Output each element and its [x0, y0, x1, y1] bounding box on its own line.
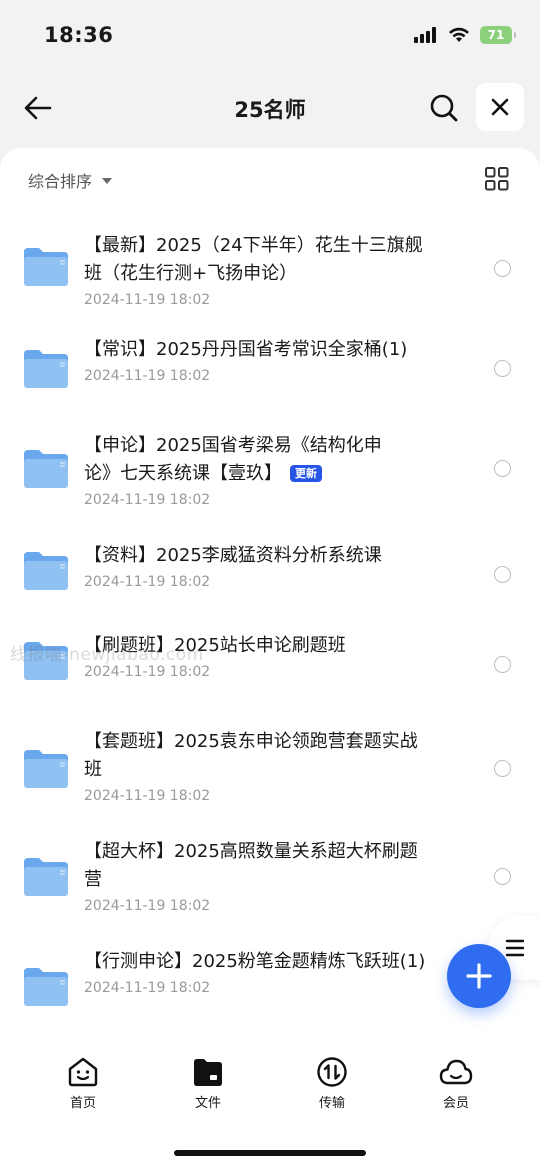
file-date: 2024-11-19 18:02	[84, 980, 211, 996]
sort-dropdown[interactable]: 综合排序	[28, 168, 113, 192]
tab-label: 传输	[318, 1096, 345, 1111]
file-text: 【资料】2025李威猛资料分析系统课 2024-11-19 18:02	[84, 542, 434, 590]
folder-icon	[24, 350, 68, 388]
caret-down-icon	[102, 178, 113, 184]
file-list: 【最新】2025（24下半年）花生十三旗舰班（花生行测+飞扬申论） 2024-1…	[0, 210, 540, 1038]
grid-icon	[485, 167, 509, 191]
file-text: 【常识】2025丹丹国省考常识全家桶(1) 2024-11-19 18:02	[84, 336, 434, 384]
select-radio[interactable]	[494, 260, 511, 277]
file-date: 2024-11-19 18:02	[84, 664, 211, 680]
signal-icon	[414, 27, 436, 43]
folder-icon	[24, 968, 68, 1006]
wifi-icon	[449, 27, 469, 42]
update-badge: 更新	[290, 465, 322, 482]
status-bar: 18:36 71	[0, 0, 540, 70]
file-date: 2024-11-19 18:02	[84, 492, 211, 508]
file-date: 2024-11-19 18:02	[84, 898, 211, 914]
plus-icon	[466, 963, 492, 989]
close-icon	[491, 98, 509, 116]
file-name: 【常识】2025丹丹国省考常识全家桶(1)	[84, 339, 408, 360]
file-name: 【最新】2025（24下半年）花生十三旗舰班（花生行测+飞扬申论）	[84, 235, 423, 284]
folder-icon	[24, 750, 68, 788]
file-text: 【申论】2025国省考梁易《结构化申论》七天系统课【壹玖】 更新 2024-11-…	[84, 432, 404, 508]
file-name: 【资料】2025李威猛资料分析系统课	[84, 545, 382, 566]
tab-label: 会员	[442, 1096, 469, 1111]
select-radio[interactable]	[494, 656, 511, 673]
folder-icon	[24, 642, 68, 680]
file-date: 2024-11-19 18:02	[84, 574, 211, 590]
folder-filled-icon	[194, 1059, 222, 1086]
close-button[interactable]	[476, 83, 524, 131]
folder-icon	[24, 248, 68, 286]
file-name: 【套题班】2025袁东申论领跑营套题实战班	[84, 731, 418, 780]
search-icon	[430, 94, 458, 122]
transfer-icon	[317, 1057, 347, 1087]
tab-bar: 首页 文件 传输 会员	[0, 1050, 540, 1120]
file-text: 【超大杯】2025高照数量关系超大杯刷题营 2024-11-19 18:02	[84, 838, 434, 914]
battery-icon: 71	[480, 26, 516, 44]
status-time: 18:36	[44, 23, 114, 47]
status-icons: 71	[414, 26, 516, 44]
file-name: 【超大杯】2025高照数量关系超大杯刷题营	[84, 841, 418, 890]
nav-bar: 25名师	[0, 80, 540, 136]
search-button[interactable]	[426, 90, 462, 126]
file-text: 【最新】2025（24下半年）花生十三旗舰班（花生行测+飞扬申论） 2024-1…	[84, 232, 434, 308]
file-text: 【套题班】2025袁东申论领跑营套题实战班 2024-11-19 18:02	[84, 728, 434, 804]
file-name: 【申论】2025国省考梁易《结构化申论》七天系统课【壹玖】 更新	[84, 435, 382, 484]
file-name: 【刷题班】2025站长申论刷题班	[84, 635, 346, 656]
home-indicator	[174, 1150, 366, 1156]
tab-label: 首页	[69, 1096, 96, 1111]
list-item[interactable]: 【最新】2025（24下半年）花生十三旗舰班（花生行测+飞扬申论） 2024-1…	[0, 210, 540, 324]
cloud-icon	[439, 1059, 473, 1085]
tab-transfer[interactable]: 传输	[292, 1056, 372, 1111]
file-text: 【行测申论】2025粉笔金题精炼飞跃班(1) 2024-11-19 18:02	[84, 948, 434, 996]
file-text: 【刷题班】2025站长申论刷题班 2024-11-19 18:02	[84, 632, 434, 680]
select-radio[interactable]	[494, 460, 511, 477]
folder-icon	[24, 858, 68, 896]
list-item[interactable]: 【超大杯】2025高照数量关系超大杯刷题营 2024-11-19 18:02	[0, 818, 540, 928]
list-item[interactable]: 【资料】2025李威猛资料分析系统课 2024-11-19 18:02	[0, 524, 540, 616]
list-item[interactable]: 【套题班】2025袁东申论领跑营套题实战班 2024-11-19 18:02	[0, 708, 540, 818]
tab-member[interactable]: 会员	[416, 1056, 496, 1111]
menu-icon	[505, 939, 525, 957]
list-item[interactable]: 【申论】2025国省考梁易《结构化申论》七天系统课【壹玖】 更新 2024-11-…	[0, 410, 540, 524]
file-date: 2024-11-19 18:02	[84, 292, 211, 308]
home-smile-icon	[68, 1057, 98, 1087]
file-date: 2024-11-19 18:02	[84, 368, 211, 384]
list-item[interactable]: 【常识】2025丹丹国省考常识全家桶(1) 2024-11-19 18:02	[0, 324, 540, 410]
file-date: 2024-11-19 18:02	[84, 788, 211, 804]
select-radio[interactable]	[494, 868, 511, 885]
file-sheet: 综合排序 【最新】2025（24下半年）花生十三旗舰班（花生行测+飞扬申论） 2…	[0, 148, 540, 1168]
select-radio[interactable]	[494, 760, 511, 777]
sort-label: 综合排序	[28, 172, 93, 191]
select-radio[interactable]	[494, 566, 511, 583]
file-name: 【行测申论】2025粉笔金题精炼飞跃班(1)	[84, 951, 426, 972]
folder-icon	[24, 552, 68, 590]
select-radio[interactable]	[494, 360, 511, 377]
tab-files[interactable]: 文件	[168, 1056, 248, 1111]
folder-icon	[24, 450, 68, 488]
tab-label: 文件	[194, 1096, 221, 1111]
tab-home[interactable]: 首页	[43, 1056, 123, 1111]
battery-level: 71	[487, 28, 505, 42]
grid-view-button[interactable]	[484, 166, 510, 192]
add-button[interactable]	[447, 944, 511, 1008]
list-item[interactable]: 【刷题班】2025站长申论刷题班 2024-11-19 18:02	[0, 616, 540, 708]
